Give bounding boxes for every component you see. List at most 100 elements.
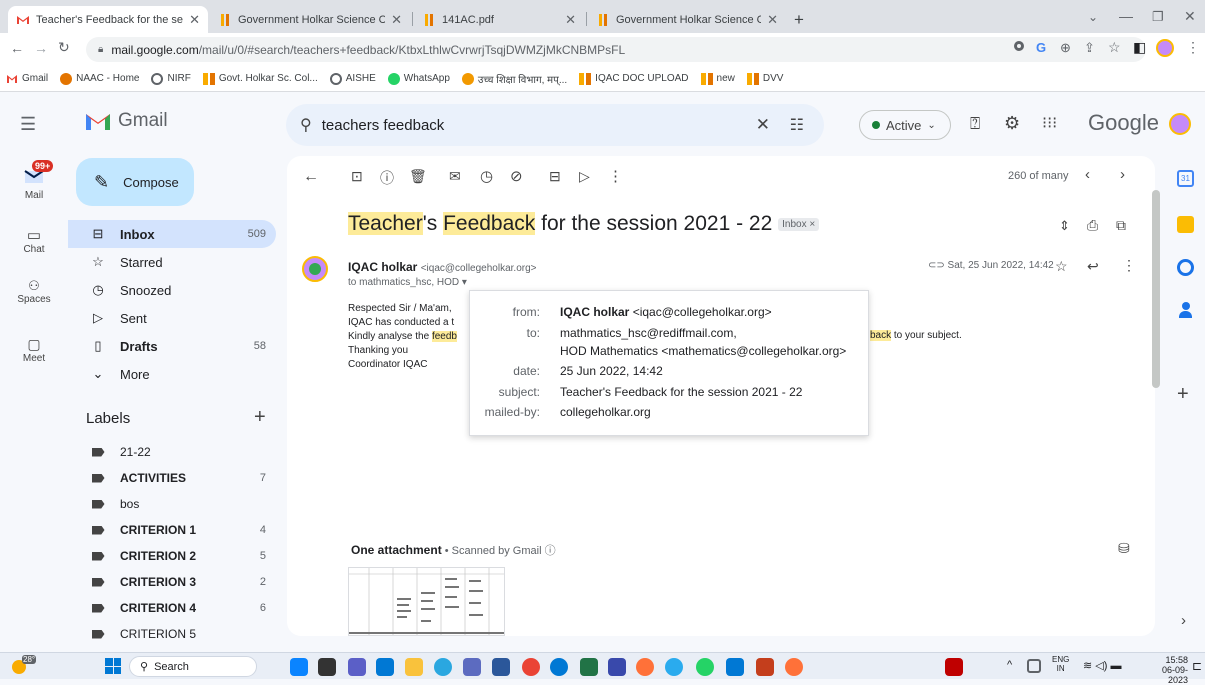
profile-avatar[interactable] — [1156, 39, 1174, 57]
tab-gmail[interactable]: Teacher's Feedback for the sessic ✕ — [8, 6, 208, 33]
nav-item-more[interactable]: ⌄ More — [86, 360, 276, 388]
keep-icon[interactable] — [1177, 216, 1194, 233]
search-input[interactable]: teachers feedback — [322, 117, 445, 134]
label-item[interactable]: CRITERION 3 2 — [86, 568, 276, 596]
back-arrow-icon[interactable]: ← — [10, 40, 24, 56]
compose-button[interactable]: ✎ Compose — [76, 158, 194, 206]
calculator-icon[interactable] — [463, 658, 481, 676]
bing-app-icon[interactable] — [290, 658, 308, 676]
older-chevron-icon[interactable]: › — [1120, 166, 1125, 183]
nav-item-inbox[interactable]: ⊟ Inbox 509 — [68, 220, 276, 248]
open-new-window-icon[interactable]: ⧉ — [1116, 217, 1126, 234]
notifications-icon[interactable]: ⊏ — [1192, 659, 1202, 673]
label-item[interactable]: 21-22 — [86, 438, 276, 466]
label-item[interactable]: CRITERION 2 5 — [86, 542, 276, 570]
url-field[interactable]: 🔒︎ mail.google.com /mail/u/0/#search/tea… — [86, 37, 1146, 62]
firefox-icon[interactable] — [636, 658, 654, 676]
sender-avatar[interactable] — [302, 256, 328, 282]
archive-icon[interactable]: ⊡ — [351, 168, 363, 185]
file-explorer-icon[interactable] — [405, 658, 423, 676]
photos-icon[interactable] — [785, 658, 803, 676]
nav-item-starred[interactable]: ☆ Starred — [86, 248, 276, 276]
tray-chevron-icon[interactable]: ^ — [1007, 659, 1012, 671]
tab-search-icon[interactable]: ⌄ — [1088, 10, 1098, 24]
forward-arrow-icon[interactable]: → — [34, 40, 48, 56]
rail-meet[interactable]: ▢ Meet — [0, 336, 68, 364]
search-icon[interactable]: ⚲ — [300, 115, 312, 135]
close-tab-icon[interactable]: ✕ — [189, 12, 200, 28]
new-tab-button[interactable]: + — [794, 10, 804, 30]
label-item[interactable]: CRITERION 1 4 — [86, 516, 276, 544]
expand-all-icon[interactable]: ⇕ — [1059, 218, 1070, 234]
language-indicator[interactable]: ENG IN — [1052, 655, 1069, 673]
bookmark-nirf[interactable]: NIRF — [151, 72, 191, 85]
store-icon[interactable] — [376, 658, 394, 676]
bookmark-whatsapp[interactable]: WhatsApp — [387, 72, 450, 85]
minimize-icon[interactable]: — — [1119, 8, 1133, 24]
label-item[interactable]: CRITERION 4 6 — [86, 594, 276, 622]
search-options-icon[interactable]: ☷ — [790, 115, 804, 135]
calendar-icon[interactable]: 31 — [1177, 170, 1194, 187]
reload-icon[interactable]: ↻ — [58, 39, 70, 56]
start-windows-icon[interactable] — [105, 658, 121, 674]
bookmark-new[interactable]: new — [700, 72, 735, 85]
whatsapp-app-icon[interactable] — [696, 658, 714, 676]
edge-icon[interactable] — [434, 658, 452, 676]
label-item[interactable]: CRITERION 5 — [86, 620, 276, 648]
attachment-thumbnail[interactable] — [348, 567, 505, 636]
search-bar[interactable]: ⚲ teachers feedback ✕ ☷ — [286, 104, 824, 146]
google-wordmark[interactable]: Google — [1088, 110, 1159, 136]
inbox-chip[interactable]: Inbox × — [778, 217, 820, 231]
google-g-icon[interactable]: G — [1036, 40, 1046, 55]
file-viewer-icon[interactable] — [318, 658, 336, 676]
move-to-icon[interactable]: ⊟ — [549, 168, 561, 185]
bookmark-holkar[interactable]: Govt. Holkar Sc. Col... — [202, 72, 318, 85]
star-icon[interactable]: ☆ — [1055, 258, 1068, 275]
clear-search-icon[interactable]: ✕ — [756, 115, 770, 135]
nav-item-snoozed[interactable]: ◷ Snoozed — [86, 276, 276, 304]
help-icon[interactable]: ⍰ — [970, 114, 980, 134]
label-item[interactable]: bos — [86, 490, 276, 518]
extension-eye-icon[interactable] — [1014, 41, 1024, 51]
network-volume-battery-icon[interactable]: ≋ ◁) ▬ — [1083, 659, 1121, 672]
powerpoint-icon[interactable] — [756, 658, 774, 676]
tab-holkar-2[interactable]: Government Holkar Science Colle ✕ — [588, 6, 786, 33]
tab-pdf[interactable]: 141AC.pdf ✕ — [414, 6, 584, 33]
label-item[interactable]: ACTIVITIES 7 — [86, 464, 276, 492]
add-to-drive-icon[interactable]: ⛁ — [1118, 540, 1130, 557]
label-icon[interactable]: ▷ — [579, 168, 590, 185]
side-panel-icon[interactable]: ◧ — [1133, 39, 1146, 56]
telegram-icon[interactable] — [665, 658, 683, 676]
get-addons-icon[interactable]: + — [1177, 383, 1189, 406]
add-label-icon[interactable]: + — [254, 406, 266, 429]
newer-chevron-icon[interactable]: ‹ — [1085, 166, 1090, 183]
bookmark-iqac-upload[interactable]: IQAC DOC UPLOAD — [579, 72, 689, 85]
word-icon[interactable] — [492, 658, 510, 676]
browser-menu-icon[interactable]: ⋮ — [1186, 39, 1200, 56]
nav-item-drafts[interactable]: ▯ Drafts 58 — [86, 332, 276, 360]
rail-spaces[interactable]: ⚇ Spaces — [0, 278, 68, 305]
close-window-icon[interactable]: ✕ — [1184, 8, 1196, 25]
close-tab-icon[interactable]: ✕ — [565, 12, 576, 28]
bookmark-aishe[interactable]: AISHE — [329, 72, 376, 85]
report-spam-icon[interactable]: ⓘ — [380, 168, 394, 188]
bookmark-higher-education[interactable]: उच्च शिक्षा विभाग, मप्... — [461, 72, 567, 86]
apps-grid-icon[interactable]: ⁝⁝⁝ — [1042, 113, 1057, 133]
sender-name[interactable]: IQAC holkar — [348, 260, 417, 274]
tab-holkar-1[interactable]: Government Holkar Science Colle ✕ — [210, 6, 410, 33]
filezilla-icon[interactable] — [945, 658, 963, 676]
rail-mail[interactable]: 99+ Mail — [0, 160, 68, 201]
status-selector[interactable]: Active ⌄ — [859, 110, 951, 140]
tasks-icon[interactable] — [1177, 259, 1194, 276]
delete-icon[interactable]: 🗑︎ — [409, 168, 427, 185]
clock[interactable]: 15:58 06-09-2023 — [1148, 655, 1188, 685]
snooze-icon[interactable]: ◷ — [480, 167, 493, 185]
print-icon[interactable]: ⎙ — [1087, 217, 1098, 234]
reply-icon[interactable]: ↩ — [1087, 258, 1099, 275]
pane-scrollbar[interactable] — [1152, 190, 1160, 388]
bookmark-gmail[interactable]: Gmail — [6, 73, 48, 85]
settings-gear-icon[interactable]: ⚙ — [1004, 113, 1020, 134]
tray-app-icon[interactable] — [1027, 659, 1041, 673]
nav-item-sent[interactable]: ▷ Sent — [86, 304, 276, 332]
contacts-icon[interactable] — [1179, 302, 1192, 319]
